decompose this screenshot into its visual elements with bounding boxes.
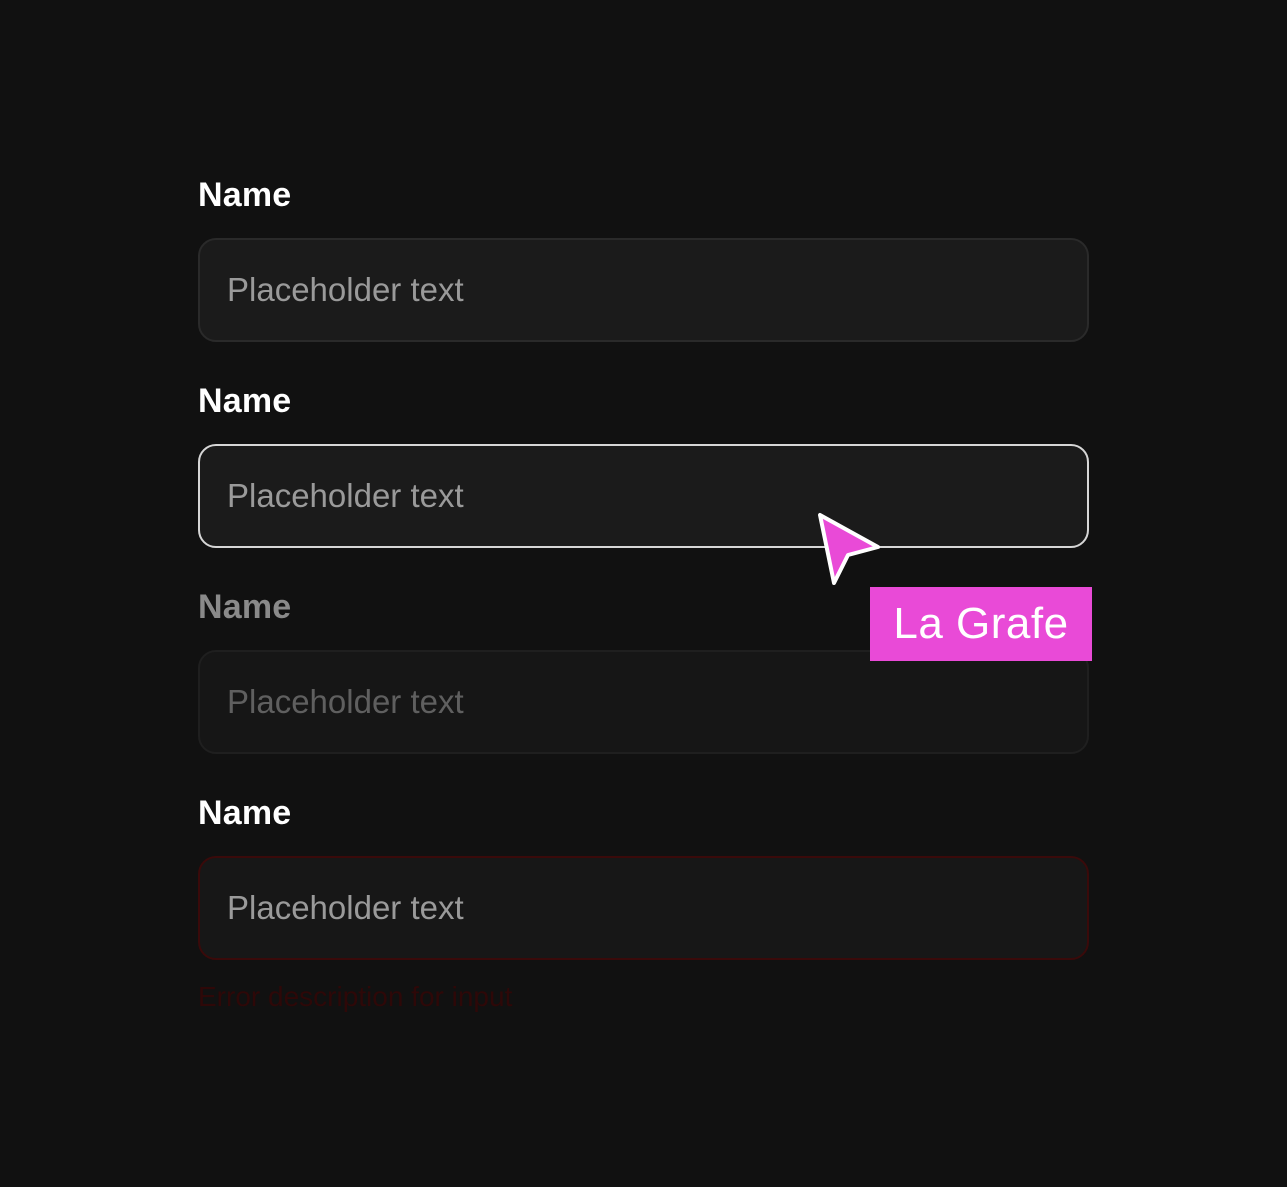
name-label: Name — [198, 382, 292, 420]
name-input-container-focused[interactable] — [198, 444, 1089, 548]
name-input[interactable] — [227, 271, 1087, 309]
name-label: Name — [198, 794, 292, 832]
name-input-container[interactable] — [198, 238, 1089, 342]
cursor-name-tag: La Grafe — [870, 587, 1092, 661]
name-input-container-error[interactable] — [198, 856, 1089, 960]
name-input-container-disabled — [198, 650, 1089, 754]
name-input-disabled — [227, 683, 1087, 721]
name-label-disabled: Name — [198, 588, 292, 626]
name-input-error[interactable] — [227, 889, 1087, 927]
error-description: Error description for input — [198, 981, 513, 1012]
pointer-arrow-icon — [818, 513, 880, 585]
name-label: Name — [198, 176, 292, 214]
name-input[interactable] — [227, 477, 1087, 515]
